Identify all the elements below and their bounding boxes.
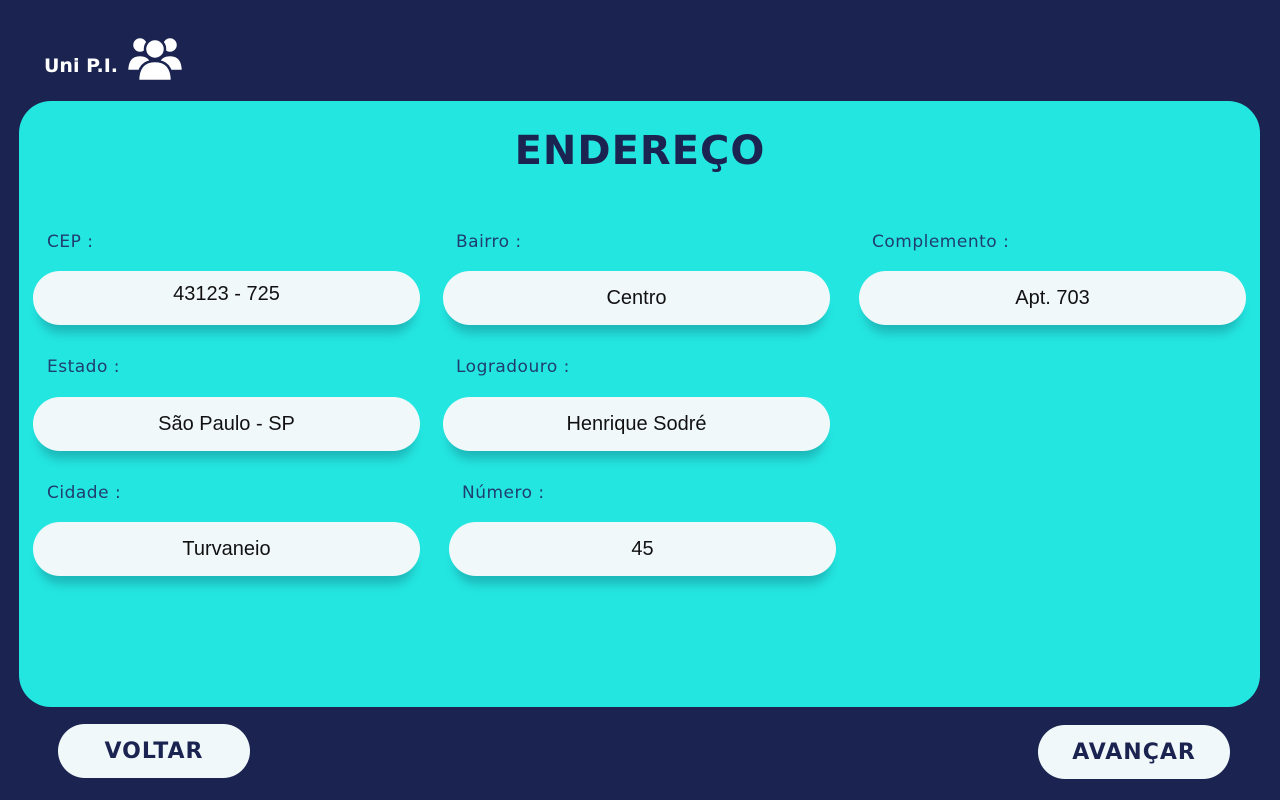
- bairro-field[interactable]: [443, 271, 830, 325]
- logradouro-field[interactable]: [443, 397, 830, 451]
- cidade-label: Cidade :: [47, 483, 122, 503]
- estado-label: Estado :: [47, 357, 121, 377]
- numero-label: Número :: [462, 483, 545, 503]
- numero-field[interactable]: [449, 522, 836, 576]
- complemento-field[interactable]: [859, 271, 1246, 325]
- cep-label: CEP :: [47, 232, 94, 252]
- cidade-field[interactable]: [33, 522, 420, 576]
- brand-logo: Uni P.I.: [44, 30, 185, 84]
- brand-name: Uni P.I.: [44, 55, 119, 77]
- page-title: ENDEREÇO: [514, 128, 766, 174]
- estado-field[interactable]: [33, 397, 420, 451]
- back-button[interactable]: VOLTAR: [58, 724, 250, 778]
- bairro-label: Bairro :: [456, 232, 522, 252]
- complemento-label: Complemento :: [872, 232, 1010, 252]
- logradouro-label: Logradouro :: [456, 357, 570, 377]
- next-button[interactable]: AVANÇAR: [1038, 725, 1230, 779]
- users-group-icon: [126, 35, 185, 83]
- cep-field[interactable]: [33, 271, 420, 325]
